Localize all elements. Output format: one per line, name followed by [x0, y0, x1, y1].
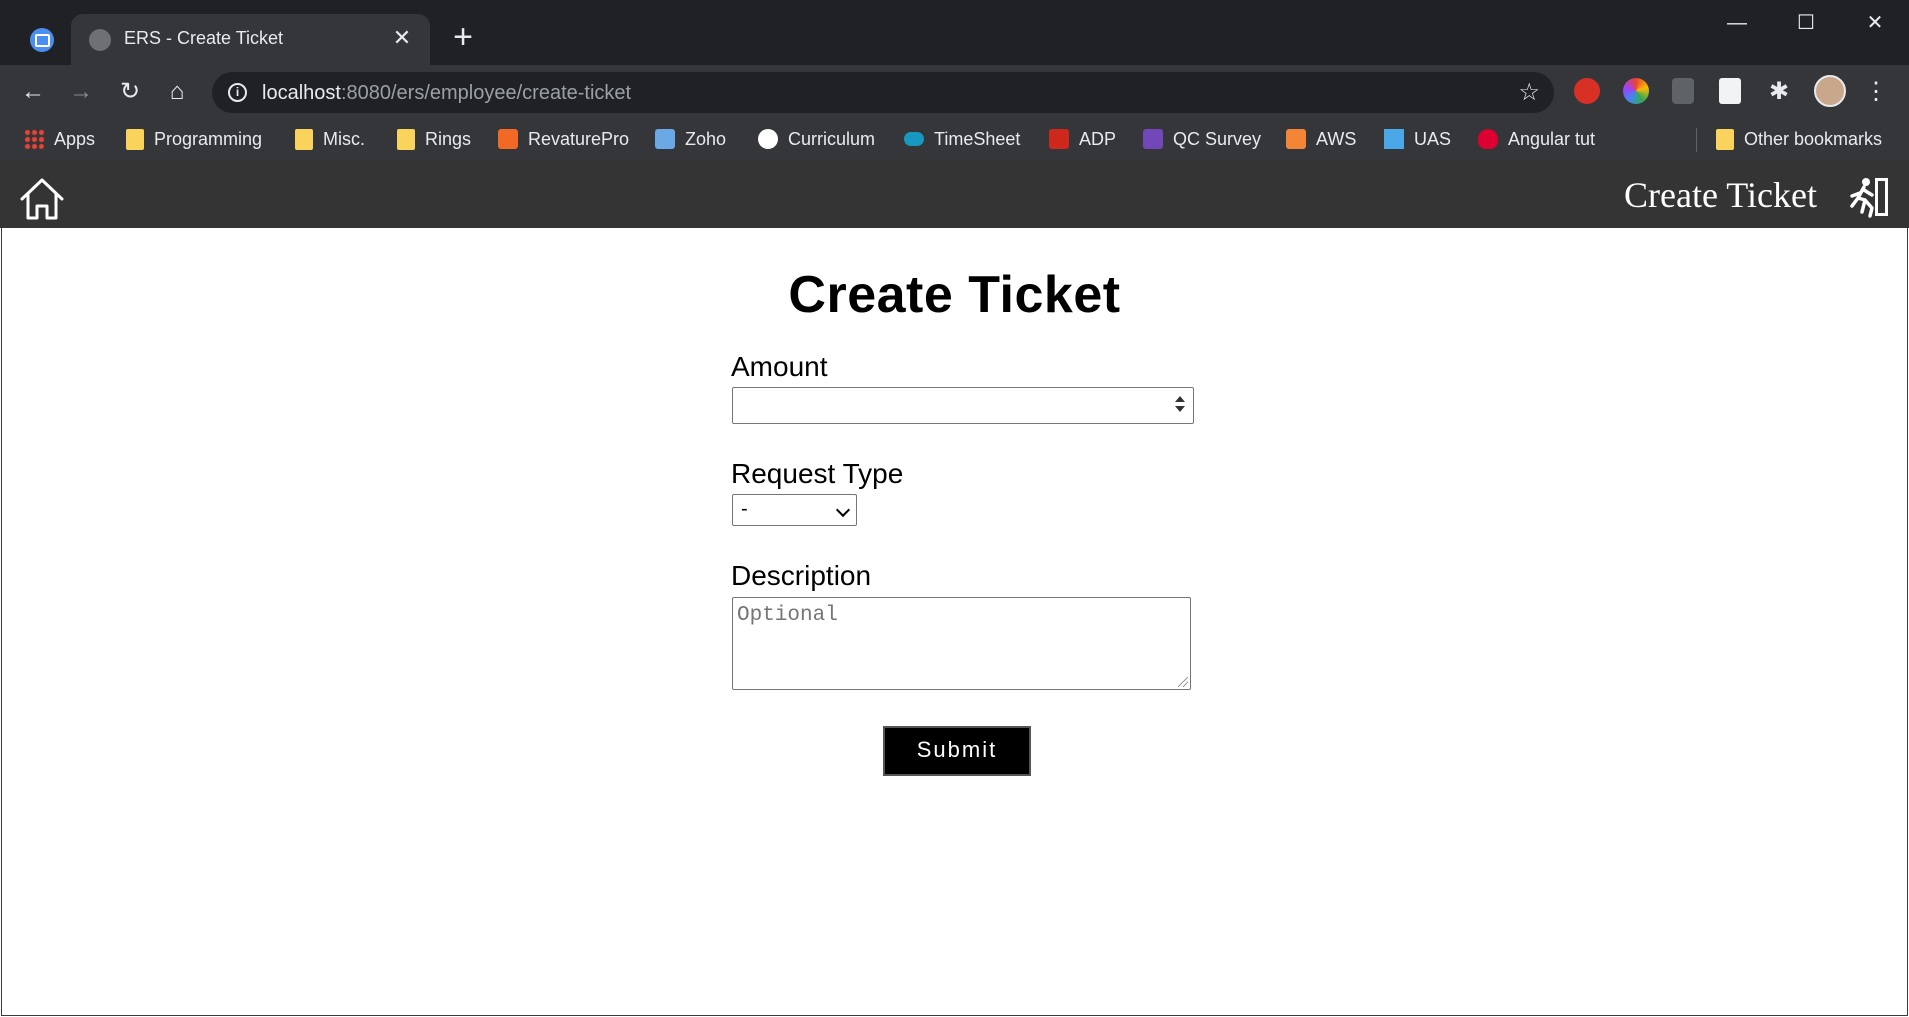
apps-grid-icon: [24, 129, 44, 149]
browser-menu-icon[interactable]: ⋮: [1858, 74, 1894, 110]
app-header: Create Ticket: [0, 160, 1909, 228]
request-type-label: Request Type: [731, 458, 904, 489]
new-tab-button[interactable]: +: [448, 20, 478, 54]
browser-tab-strip: ERS - Create Ticket ✕ + — ☐ ✕: [0, 0, 1909, 65]
spinner-up-icon[interactable]: [1175, 396, 1185, 402]
site-info-icon[interactable]: i: [228, 83, 247, 102]
tools-extension-icon[interactable]: [1672, 78, 1694, 104]
main-content: Create Ticket Amount Request Type - Desc…: [1, 228, 1908, 1016]
bookmark-programming[interactable]: Programming: [126, 126, 262, 152]
bookmarks-bar: Apps Programming Misc. Rings RevaturePro…: [0, 119, 1909, 160]
bookmark-apps[interactable]: Apps: [24, 126, 95, 152]
header-title: Create Ticket: [1624, 175, 1817, 215]
address-bar[interactable]: i localhost:8080/ers/employee/create-tic…: [212, 72, 1554, 113]
url-text[interactable]: localhost:8080/ers/employee/create-ticke…: [262, 82, 631, 105]
bookmark-star-icon[interactable]: ☆: [1518, 78, 1540, 107]
home-icon[interactable]: [19, 177, 65, 221]
tab-title: ERS - Create Ticket: [124, 28, 284, 48]
description-placeholder: Optional: [737, 604, 838, 627]
bookmark-qc-survey[interactable]: QC Survey: [1143, 126, 1261, 152]
calendar-extension-icon[interactable]: [1719, 78, 1741, 104]
browser-tab-active[interactable]: ERS - Create Ticket ✕: [71, 14, 430, 65]
adblock-extension-icon[interactable]: [1574, 78, 1600, 104]
folder-icon: [1716, 128, 1734, 150]
home-browser-icon[interactable]: ⌂: [159, 74, 195, 110]
amount-spinner[interactable]: [1173, 392, 1187, 420]
folder-icon: [126, 128, 144, 150]
bookmark-misc[interactable]: Misc.: [295, 126, 365, 152]
bookmarks-divider: [1696, 128, 1697, 152]
maximize-button[interactable]: ☐: [1781, 8, 1831, 38]
salesforce-cloud-icon: [904, 132, 924, 146]
amount-input[interactable]: [732, 387, 1194, 424]
description-textarea[interactable]: Optional: [732, 597, 1191, 690]
chevron-down-icon: [835, 502, 851, 518]
color-picker-extension-icon[interactable]: [1623, 78, 1649, 104]
github-icon: [758, 129, 778, 149]
other-bookmarks[interactable]: Other bookmarks: [1716, 126, 1882, 152]
bookmark-adp[interactable]: ADP: [1049, 126, 1116, 152]
minimize-button[interactable]: —: [1712, 8, 1762, 38]
logout-exit-icon[interactable]: [1848, 176, 1890, 218]
folder-icon: [397, 128, 415, 150]
extensions-puzzle-icon[interactable]: ✱: [1761, 74, 1797, 110]
resize-handle-icon[interactable]: [1178, 677, 1188, 687]
list-icon: [1143, 129, 1163, 149]
bookmark-revaturepro[interactable]: RevaturePro: [498, 126, 629, 152]
aws-cube-icon: [1286, 129, 1306, 149]
globe-icon: [89, 29, 111, 51]
request-type-select[interactable]: -: [732, 494, 857, 526]
bookmark-timesheet[interactable]: TimeSheet: [904, 126, 1020, 152]
amount-label: Amount: [731, 351, 828, 382]
description-label: Description: [731, 560, 872, 591]
request-type-value: -: [741, 498, 748, 520]
bookmark-angular-tut[interactable]: Angular tut: [1478, 126, 1595, 152]
submit-button[interactable]: Submit: [883, 726, 1031, 776]
revature-icon: [498, 129, 518, 149]
tab-close-icon[interactable]: ✕: [388, 24, 416, 52]
folder-icon: [295, 128, 313, 150]
forward-icon[interactable]: →: [63, 74, 99, 110]
bookmark-curriculum[interactable]: Curriculum: [758, 126, 875, 152]
uas-icon: [1384, 129, 1404, 149]
page-title: Create Ticket: [788, 266, 1121, 324]
close-window-button[interactable]: ✕: [1850, 8, 1900, 38]
adp-icon: [1049, 129, 1069, 149]
browser-toolbar: ← → ↻ ⌂ i localhost:8080/ers/employee/cr…: [0, 65, 1909, 119]
spinner-down-icon[interactable]: [1175, 406, 1185, 412]
zoho-icon: [655, 129, 675, 149]
back-icon[interactable]: ←: [15, 74, 51, 110]
bookmark-uas[interactable]: UAS: [1384, 126, 1451, 152]
bookmark-zoho[interactable]: Zoho: [655, 126, 726, 152]
reload-icon[interactable]: ↻: [112, 74, 148, 110]
angular-icon: [1478, 129, 1498, 149]
bookmark-rings[interactable]: Rings: [397, 126, 471, 152]
bookmark-aws[interactable]: AWS: [1286, 126, 1356, 152]
profile-avatar[interactable]: [1814, 75, 1846, 107]
app-shortcut-icon[interactable]: [30, 28, 54, 52]
